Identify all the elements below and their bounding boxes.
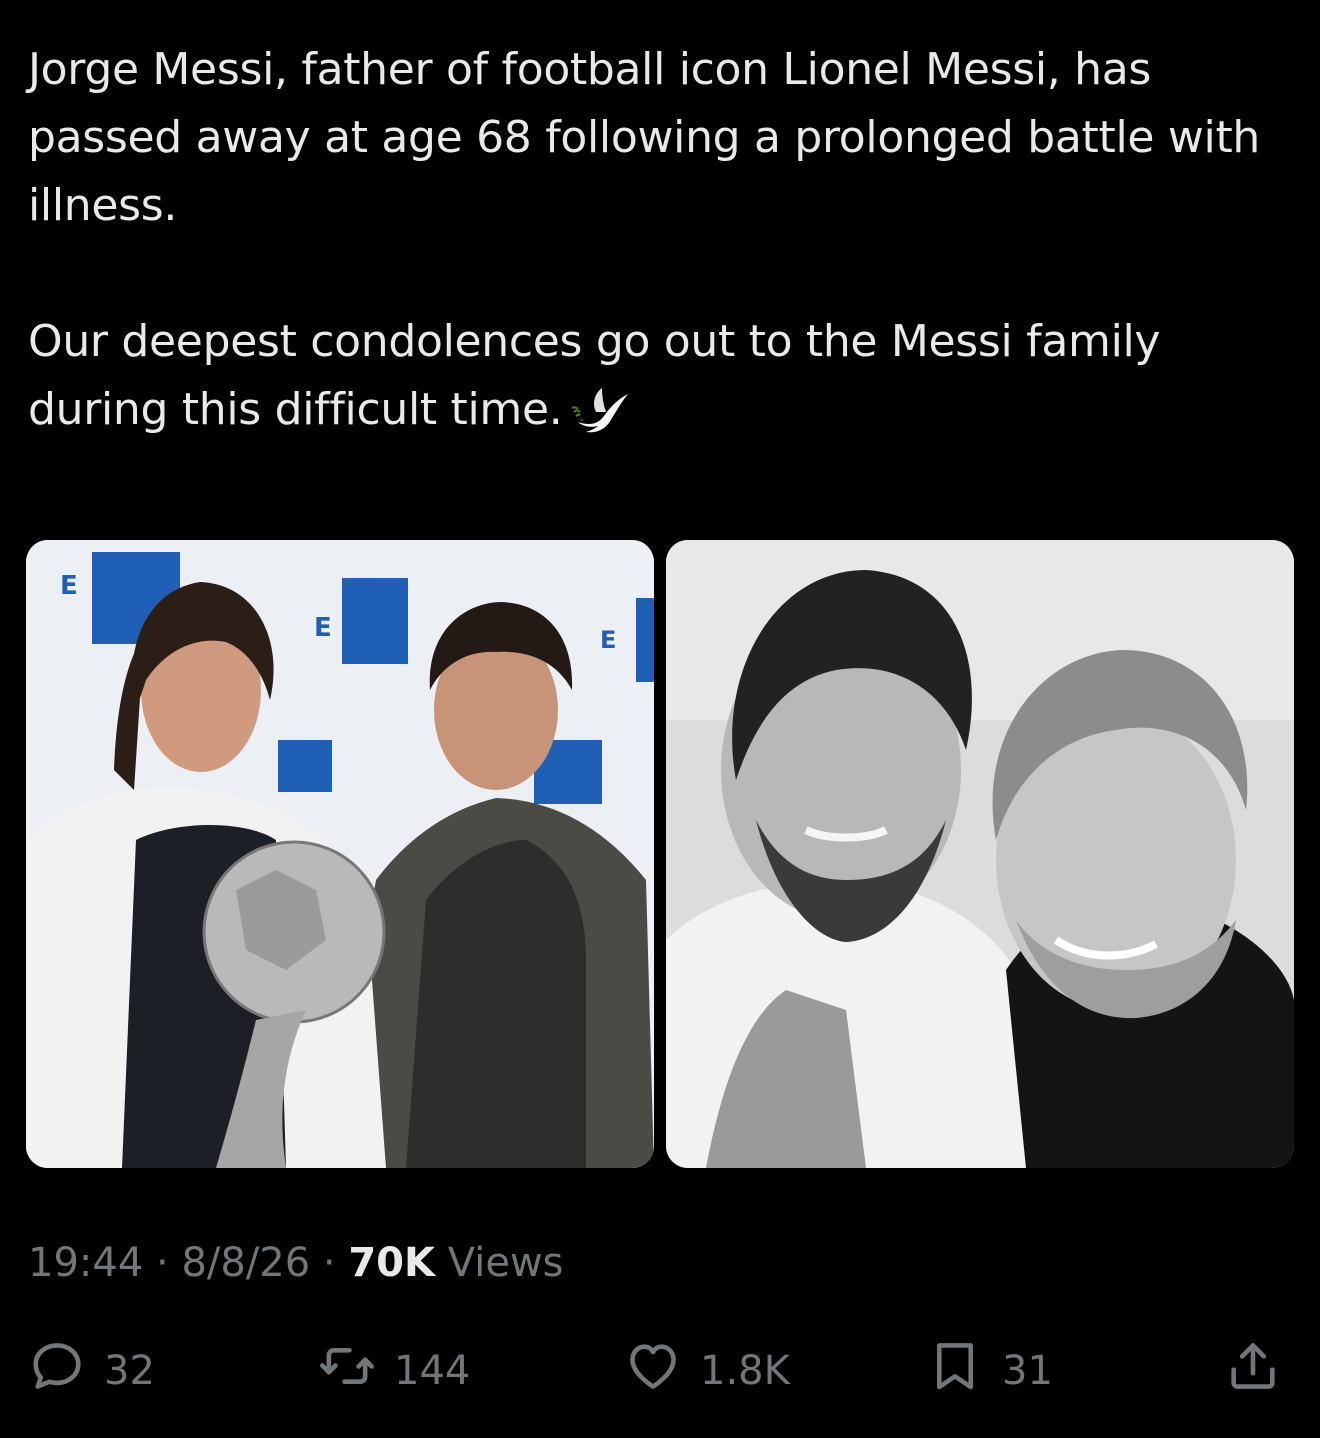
reply-count: 32 <box>104 1348 155 1394</box>
tweet: Jorge Messi, father of football icon Lio… <box>0 0 1320 1438</box>
svg-text:E: E <box>60 571 78 601</box>
action-bar: 32 144 1.8K 31 <box>0 1336 1320 1406</box>
tweet-meta: 19:44 · 8/8/26 · 70K Views <box>28 1240 564 1286</box>
tweet-text: Jorge Messi, father of football icon Lio… <box>28 36 1298 444</box>
dove-emoji-icon <box>571 382 632 442</box>
retweet-icon <box>318 1337 376 1405</box>
retweet-count: 144 <box>394 1348 471 1394</box>
photo-1[interactable]: E E E <box>26 540 654 1168</box>
meta-separator-2: · <box>322 1240 336 1286</box>
reply-icon <box>28 1337 86 1405</box>
reply-button[interactable]: 32 <box>28 1336 155 1406</box>
tweet-time[interactable]: 19:44 <box>28 1240 143 1286</box>
heart-icon <box>624 1337 682 1405</box>
bookmark-icon <box>926 1337 984 1405</box>
bookmark-button[interactable]: 31 <box>926 1336 1053 1406</box>
like-count: 1.8K <box>700 1348 790 1394</box>
bookmark-count: 31 <box>1002 1348 1053 1394</box>
tweet-paragraph-1: Jorge Messi, father of football icon Lio… <box>28 44 1260 231</box>
views-label: Views <box>447 1240 564 1286</box>
share-icon <box>1224 1337 1282 1405</box>
views-count[interactable]: 70K <box>348 1240 435 1286</box>
tweet-date[interactable]: 8/8/26 <box>181 1240 310 1286</box>
media-grid: E E E <box>26 540 1294 1168</box>
photo-2[interactable] <box>666 540 1294 1168</box>
tweet-paragraph-2: Our deepest condolences go out to the Me… <box>28 308 1298 444</box>
svg-text:E: E <box>314 613 332 643</box>
share-button[interactable] <box>1224 1336 1282 1406</box>
meta-separator-1: · <box>156 1240 169 1286</box>
like-button[interactable]: 1.8K <box>624 1336 790 1406</box>
retweet-button[interactable]: 144 <box>318 1336 470 1406</box>
svg-text:E: E <box>600 626 616 654</box>
